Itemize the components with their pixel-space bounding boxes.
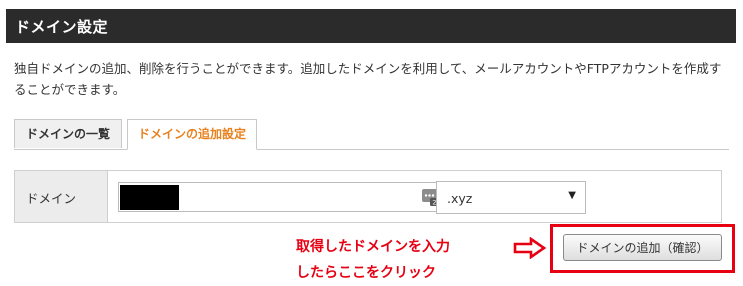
page-header: ドメイン設定 xyxy=(6,9,736,43)
tab-domain-add[interactable]: ドメインの追加設定 xyxy=(127,119,257,150)
form-label-cell: ドメイン xyxy=(15,171,108,222)
tab-domain-list[interactable]: ドメインの一覧 xyxy=(14,119,122,148)
page-title: ドメイン設定 xyxy=(15,18,109,36)
add-domain-confirm-button[interactable]: ドメインの追加（確認） xyxy=(563,234,722,261)
redacted-domain-text xyxy=(120,185,179,210)
tld-select[interactable]: .xyz ▼ xyxy=(436,181,586,214)
domain-field-label: ドメイン xyxy=(26,191,77,206)
annotation-line-1: 取得したドメインを入力 xyxy=(296,239,450,255)
red-arrow-icon xyxy=(513,237,547,259)
page-description: 独自ドメインの追加、削除を行うことができます。追加したドメインを利用して、メール… xyxy=(14,61,722,97)
annotation-line-2: したらここをクリック xyxy=(296,265,436,281)
dropdown-arrow-icon: ▼ xyxy=(568,190,576,201)
domain-name-input[interactable]: 2 xyxy=(118,182,445,212)
tab-bar: ドメインの一覧 ドメインの追加設定 xyxy=(14,119,729,150)
tld-selected-value: .xyz xyxy=(447,191,473,206)
domain-form-row: ドメイン 2 .xyz ▼ xyxy=(14,170,722,223)
